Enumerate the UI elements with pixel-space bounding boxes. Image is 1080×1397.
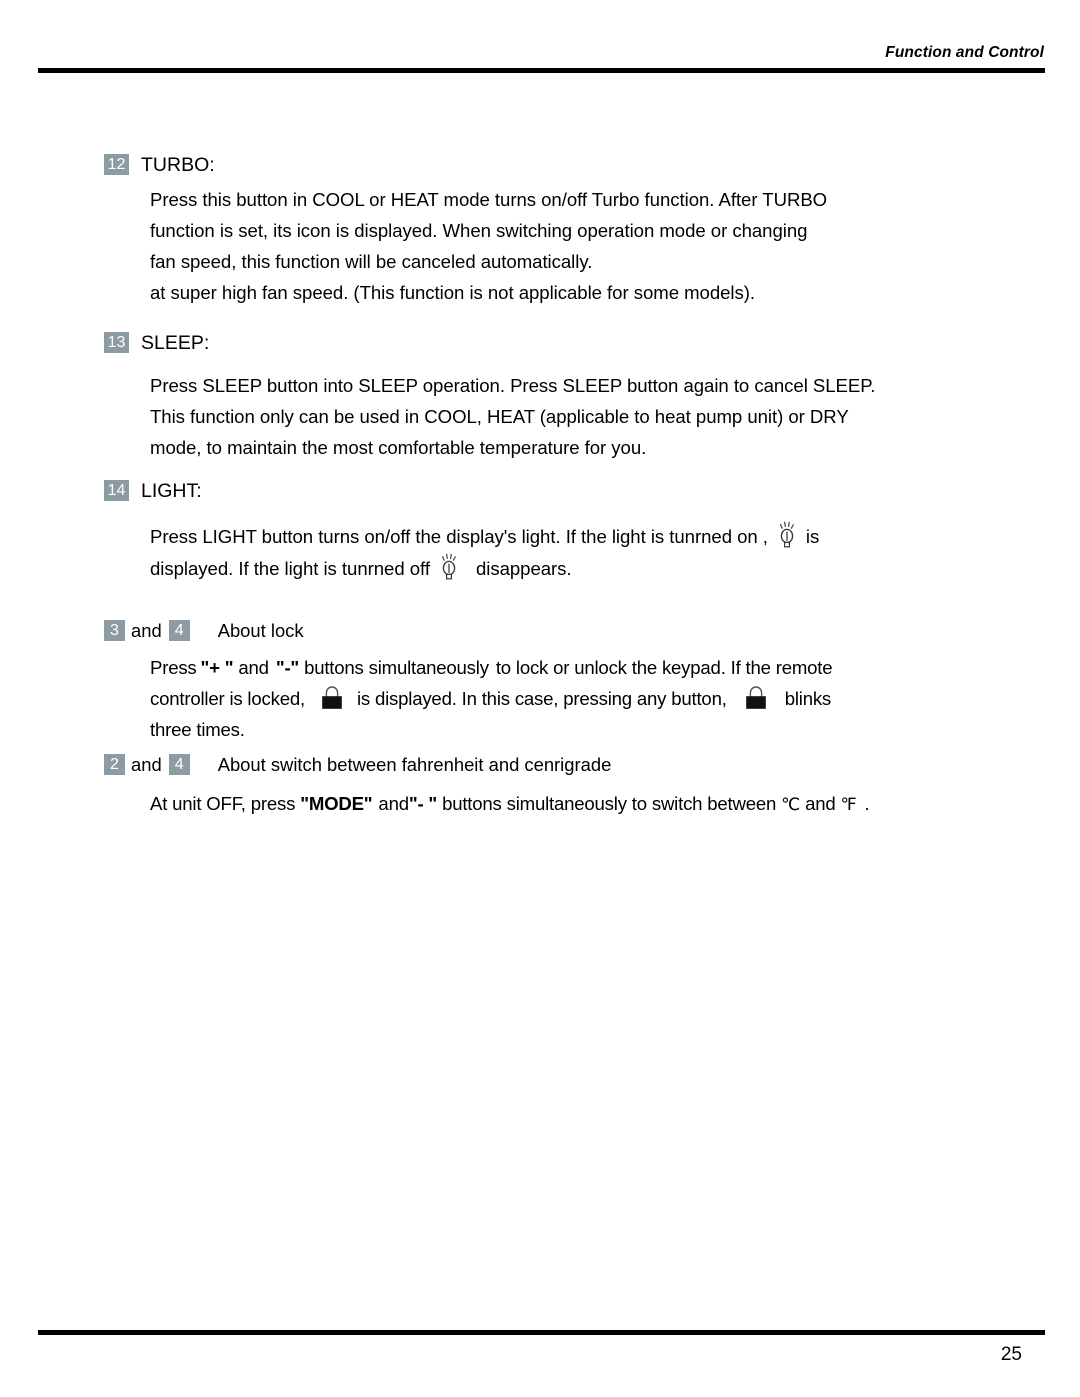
turbo-line-1: Press this button in COOL or HEAT mode t…: [150, 189, 828, 210]
minus-button-label-units: "- ": [408, 793, 438, 814]
units-line-b: and: [378, 793, 409, 814]
section-lock-body: Press "+ " and "-" buttons simultaneously to …: [150, 652, 1034, 745]
section-light: 14 LIGHT: Press LIGHT button turns on/off…: [104, 478, 1034, 584]
section-sleep: 13 SLEEP: Press SLEEP button into SLEEP o…: [104, 330, 1034, 463]
section-turbo-heading: 12 TURBO:: [104, 152, 1034, 178]
page-number: 25: [1000, 1344, 1022, 1365]
section-lock: 3 and 4 About lock Press "+ " and "-" buttons s…: [104, 618, 1034, 745]
section-turbo-title: TURBO:: [141, 154, 215, 176]
lock-line-2-c: blinks: [784, 688, 832, 709]
turbo-line-3: fan speed, this function will be cancele…: [150, 251, 593, 272]
units-line-c: buttons simultaneously to switch between: [442, 793, 777, 814]
section-lock-heading: 3 and 4 About lock: [104, 618, 1034, 644]
units-line-d: and: [805, 793, 836, 814]
lock-line-1: Press "+ " and "-" buttons simultaneously to …: [150, 652, 1034, 683]
step-number-badge-12: 12: [104, 154, 129, 175]
plus-button-label: "+ ": [200, 657, 234, 678]
lock-line-2: controller is locked, is displayed. In th…: [150, 683, 1034, 714]
section-turbo-body: Press this button in COOL or HEAT mode t…: [150, 184, 1034, 308]
header-rule: [38, 68, 1045, 73]
turbo-line-2: function is set, its icon is displayed. …: [150, 220, 808, 241]
sleep-line-2: This function only can be used in COOL, …: [150, 406, 849, 427]
light-line-2: displayed. If the light is tunrned off di…: [150, 552, 1034, 584]
section-lock-title: About lock: [217, 620, 304, 641]
lock-line-1-d: to lock or unlock the keypad. If the rem…: [495, 657, 833, 678]
section-sleep-body: Press SLEEP button into SLEEP operation.…: [150, 370, 1034, 463]
celsius-symbol: ℃: [781, 795, 801, 815]
section-units-title: About switch between fahrenheit and cenr…: [217, 754, 612, 775]
turbo-line-4: at super high fan speed. (This function …: [150, 282, 756, 303]
lock-line-1-b: and: [238, 657, 269, 678]
lock-line-2-a: controller is locked,: [150, 688, 305, 709]
running-header-title: Function and Control: [885, 44, 1044, 61]
minus-button-label: "-": [275, 657, 300, 678]
light-bulb-icon: [774, 520, 800, 550]
units-line-e: .: [864, 793, 870, 814]
section-units-body: At unit OFF, press "MODE" and"- " buttons s…: [150, 788, 1034, 821]
light-line-2-text-after: disappears.: [475, 558, 572, 579]
step-number-badge-14: 14: [104, 480, 129, 501]
fahrenheit-symbol: ℉: [840, 795, 857, 815]
lock-line-3: three times.: [150, 719, 245, 740]
section-light-title: LIGHT:: [141, 480, 202, 502]
lock-heading-conjunction: and: [131, 620, 162, 641]
light-line-1-text-after: is: [805, 526, 820, 547]
units-line-a: At unit OFF, press: [150, 793, 296, 814]
section-sleep-title: SLEEP:: [141, 332, 210, 354]
lock-line-1-a: Press: [150, 657, 197, 678]
lock-line-2-b: is displayed. In this case, pressing any…: [356, 688, 727, 709]
units-line-1: At unit OFF, press "MODE" and"- " buttons s…: [150, 788, 1034, 821]
padlock-icon: [317, 683, 347, 713]
section-light-heading: 14 LIGHT:: [104, 478, 1034, 504]
section-units-heading: 2 and 4 About switch between fahrenheit and…: [104, 752, 1034, 778]
step-number-badge-4-units: 4: [168, 754, 190, 775]
mode-button-label: "MODE": [300, 793, 373, 814]
section-turbo: 12 TURBO: Press this button in COOL or HE…: [104, 152, 1034, 308]
light-line-1-text-before: Press LIGHT button turns on/off the disp…: [150, 526, 768, 547]
sleep-line-3: mode, to maintain the most comfortable t…: [150, 437, 647, 458]
section-sleep-heading: 13 SLEEP:: [104, 330, 1034, 356]
step-number-badge-3: 3: [104, 620, 125, 641]
light-line-2-text-before: displayed. If the light is tunrned off: [150, 558, 430, 579]
step-number-badge-13: 13: [104, 332, 129, 353]
footer-rule: [38, 1330, 1045, 1335]
document-page: Function and Control 12 TURBO: Press this…: [0, 0, 1080, 1397]
step-number-badge-4: 4: [168, 620, 190, 641]
light-bulb-icon-off: [436, 552, 462, 582]
padlock-icon-blinking: [741, 683, 771, 713]
light-line-1: Press LIGHT button turns on/off the disp…: [150, 520, 1034, 552]
sleep-line-1: Press SLEEP button into SLEEP operation.…: [150, 375, 876, 396]
section-light-body: Press LIGHT button turns on/off the disp…: [150, 520, 1034, 584]
step-number-badge-2: 2: [104, 754, 125, 775]
section-units: 2 and 4 About switch between fahrenheit and…: [104, 752, 1034, 821]
lock-line-1-c: buttons simultaneously: [304, 657, 489, 678]
units-heading-conjunction: and: [131, 754, 162, 775]
